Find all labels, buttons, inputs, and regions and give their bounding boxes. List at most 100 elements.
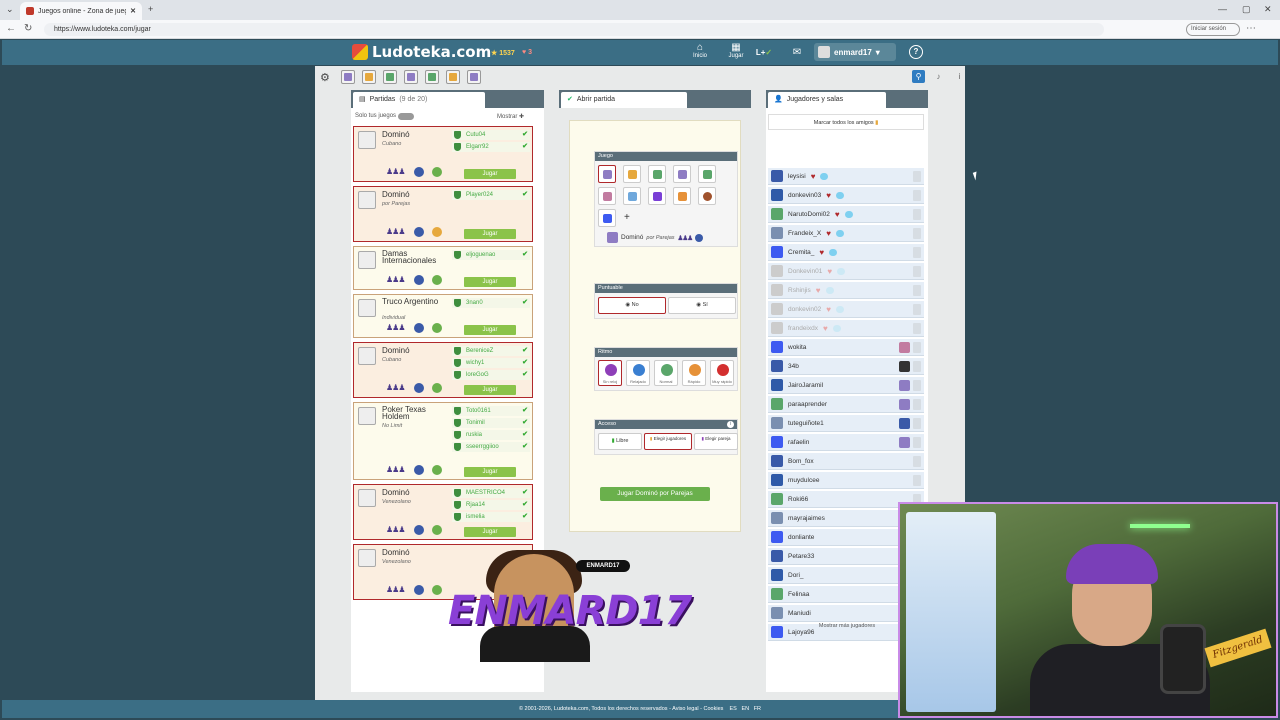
game-card[interactable]: Poker Texas Holdem No Limit Toto0161 ✔ Tonim… [353, 402, 533, 480]
jugar-button[interactable]: Jugar [464, 277, 516, 287]
acceso-libre-button[interactable]: ▮ Libre [598, 433, 642, 450]
friend-row[interactable]: Bom_fox [768, 453, 924, 470]
game-option-10[interactable] [698, 187, 716, 205]
jugadores-tab[interactable]: 👤 Jugadores y salas [768, 92, 886, 108]
new-tab-icon[interactable]: + [148, 4, 153, 14]
game-tool-7[interactable] [467, 70, 481, 84]
friend-row[interactable]: donkevin03 ♥ [768, 187, 924, 204]
bookmark-icon[interactable] [913, 228, 921, 239]
bookmark-icon[interactable] [913, 323, 921, 334]
seated-player[interactable]: Tonimil ✔ [452, 418, 530, 428]
puntuable-no-button[interactable]: ◉ No [598, 297, 666, 314]
signin-button[interactable]: Iniciar sesión [1186, 23, 1240, 36]
friend-row[interactable]: Donkevin01 ♥ [768, 263, 924, 280]
game-option-9[interactable] [673, 187, 691, 205]
seated-player[interactable]: Toto0161 ✔ [452, 406, 530, 416]
game-option-6[interactable] [598, 187, 616, 205]
close-window-icon[interactable]: ✕ [1264, 4, 1272, 15]
nav-inicio[interactable]: ⌂ Inicio [690, 42, 710, 59]
puzzle-icon[interactable] [648, 187, 666, 205]
friend-row[interactable]: paraaprender [768, 396, 924, 413]
nav-jugar[interactable]: ▦ Jugar [726, 42, 746, 59]
seated-player[interactable]: eljoguenao ✔ [452, 250, 530, 260]
bookmark-icon[interactable] [913, 304, 921, 315]
mostrar-button[interactable]: Mostrar ✚ [497, 113, 524, 120]
seated-player[interactable]: Rjaa14 ✔ [452, 500, 530, 510]
stats-icon[interactable] [414, 465, 424, 475]
seated-player[interactable]: BereniceZ ✔ [452, 346, 530, 356]
game-card[interactable]: Dominó Venezolano MAESTRICO4 ✔ Rjaa14 ✔ ismeli… [353, 484, 533, 540]
logo[interactable]: Ludoteka.com [352, 43, 491, 61]
game-tool-2[interactable] [362, 70, 376, 84]
seated-player[interactable]: 3nan0 ✔ [452, 298, 530, 308]
bookmark-icon[interactable] [913, 190, 921, 201]
abrir-tab[interactable]: ✔ Abrir partida [561, 92, 687, 108]
seated-player[interactable]: ismelia ✔ [452, 512, 530, 522]
bookmark-icon[interactable] [913, 342, 921, 353]
partidas-tab[interactable]: ▤ Partidas (9 de 20) [353, 92, 485, 108]
bookmark-icon[interactable] [913, 209, 921, 220]
bookmark-icon[interactable] [913, 418, 921, 429]
browser-tab[interactable]: Juegos online - Zona de juegos - ... ✕ [20, 2, 142, 20]
add-game-icon[interactable]: + [624, 212, 630, 223]
friend-row[interactable]: NarutoDomi02 ♥ [768, 206, 924, 223]
seated-player[interactable]: loreGoG ✔ [452, 370, 530, 380]
lang-fr[interactable]: FR [754, 706, 761, 712]
friend-row[interactable]: rafaelin [768, 434, 924, 451]
chat-bubble-icon[interactable] [829, 248, 838, 256]
info-icon[interactable]: i [953, 70, 966, 83]
ritmo-option[interactable]: Muy rápido [710, 360, 734, 386]
bookmark-icon[interactable] [913, 475, 921, 486]
bookmark-icon[interactable] [913, 285, 921, 296]
chat-bubble-icon[interactable] [836, 305, 844, 313]
help-button[interactable]: ? [909, 45, 923, 59]
friend-row[interactable]: Frandeix_X ♥ [768, 225, 924, 242]
url-input[interactable]: https://www.ludoteka.com/jugar [44, 23, 1104, 36]
play-button[interactable]: Jugar Dominó por Parejas [600, 487, 710, 501]
close-tab-icon[interactable]: ✕ [130, 7, 136, 15]
gear-icon[interactable]: ⚙ [320, 71, 330, 84]
chat-bubble-icon[interactable] [844, 210, 853, 218]
game-option-5[interactable] [698, 165, 716, 183]
acceso-info-icon[interactable]: i [727, 421, 734, 428]
tab-list-icon[interactable]: ⌄ [6, 4, 14, 15]
stats-icon[interactable] [414, 525, 424, 535]
jugar-button[interactable]: Jugar [464, 385, 516, 395]
game-card[interactable]: Truco Argentino Individual 3nan0 ✔ Jugar ♟♟♟ [353, 294, 533, 338]
puntuable-si-button[interactable]: ◉ Sí [668, 297, 736, 314]
seated-player[interactable]: MAESTRICO4 ✔ [452, 488, 530, 498]
lang-en[interactable]: EN [741, 706, 749, 712]
bell-icon[interactable]: ♪ [932, 70, 945, 83]
mark-all-button[interactable]: Marcar todos los amigos ▮ [768, 114, 924, 130]
friend-row[interactable]: 34b [768, 358, 924, 375]
game-card[interactable]: Damas Internacionales eljoguenao ✔ Jugar ♟♟♟ [353, 246, 533, 290]
lang-es[interactable]: ES [730, 706, 737, 712]
friend-row[interactable]: Rshinjis ♥ [768, 282, 924, 299]
game-option-11[interactable] [598, 209, 616, 227]
game-tool-4[interactable] [404, 70, 418, 84]
seated-player[interactable]: Player024 ✔ [452, 190, 530, 200]
game-tool-5[interactable] [425, 70, 439, 84]
bookmark-icon[interactable] [913, 456, 921, 467]
stats-icon[interactable] [414, 167, 424, 177]
bookmark-icon[interactable] [913, 266, 921, 277]
bookmark-icon[interactable] [913, 361, 921, 372]
chat-bubble-icon[interactable] [825, 286, 834, 294]
game-tool-1[interactable] [341, 70, 355, 84]
minimize-icon[interactable]: — [1218, 4, 1227, 14]
bookmark-icon[interactable] [913, 437, 921, 448]
bookmark-icon[interactable] [913, 247, 921, 258]
seated-player[interactable]: wichy1 ✔ [452, 358, 530, 368]
maximize-icon[interactable]: ▢ [1242, 4, 1251, 15]
jugar-button[interactable]: Jugar [464, 169, 516, 179]
stats-icon[interactable] [414, 323, 424, 333]
reload-icon[interactable]: ↻ [24, 23, 32, 34]
friend-row[interactable]: JairoJaramil [768, 377, 924, 394]
seated-player[interactable]: ruskia ✔ [452, 430, 530, 440]
back-icon[interactable]: ← [6, 23, 16, 34]
stats-icon[interactable] [414, 585, 424, 595]
ritmo-option[interactable]: Relajado [626, 360, 650, 386]
jugar-button[interactable]: Jugar [464, 467, 516, 477]
game-card[interactable]: Dominó Cubano BereniceZ ✔ wichy1 ✔ loreGoG ✔ Jug… [353, 342, 533, 398]
acceso-elegir-pareja-button[interactable]: ▮ Elegir pareja [694, 433, 738, 450]
